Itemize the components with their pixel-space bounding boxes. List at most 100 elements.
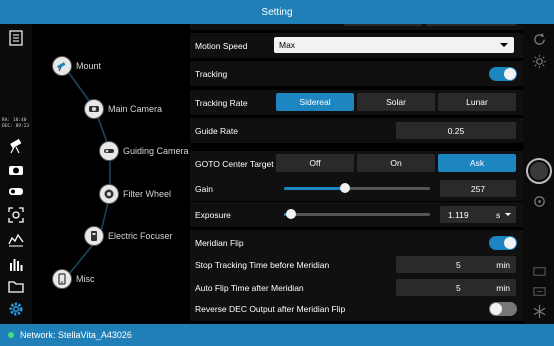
guide-rate-field[interactable]: 0.25: [396, 122, 516, 139]
tracking-rate-solar[interactable]: Solar: [357, 93, 435, 111]
option-label: Lunar: [466, 97, 488, 107]
gain-label: Gain: [195, 183, 213, 194]
nav-item-main-camera[interactable]: Main Camera: [84, 99, 162, 119]
auto-flip-label: Auto Flip Time after Meridian: [195, 282, 304, 293]
guide-rate-label: Guide Rate: [195, 125, 238, 136]
mount-icon: [52, 56, 72, 76]
left-toolbar: RA: 18:40 DEC: 89:23: [0, 24, 32, 324]
gear-icon[interactable]: [6, 300, 26, 318]
camera-icon[interactable]: [6, 161, 26, 179]
exposure-slider[interactable]: [284, 209, 430, 219]
frame-icon[interactable]: [529, 262, 549, 280]
goto-center-on[interactable]: On: [357, 154, 435, 172]
motion-speed-value: Max: [279, 40, 296, 50]
gain-value: 257: [470, 183, 486, 194]
status-bar: Network: StellaVita_A43026: [0, 324, 554, 346]
reverse-dec-row: Reverse DEC Output after Meridian Flip: [190, 296, 523, 321]
guide-rate-value: 0.25: [447, 125, 465, 136]
goto-center-off[interactable]: Off: [276, 154, 354, 172]
chevron-down-icon: [505, 213, 511, 216]
gain-field[interactable]: 257: [440, 180, 516, 197]
brightness-icon[interactable]: [529, 52, 549, 70]
nav-item-mount[interactable]: Mount: [52, 56, 101, 76]
auto-flip-value: 5: [456, 282, 461, 293]
toggle-knob: [504, 68, 516, 80]
histogram-icon[interactable]: [6, 230, 26, 248]
option-label: Sidereal: [299, 97, 331, 107]
nav-item-filter-wheel[interactable]: Filter Wheel: [99, 184, 171, 204]
partial-option-1[interactable]: [344, 24, 422, 26]
option-label: On: [390, 158, 402, 168]
title-bar: Setting: [0, 0, 554, 24]
guide-rate-row: Guide Rate 0.25: [190, 118, 523, 143]
bars-chart-icon[interactable]: [6, 255, 26, 273]
auto-flip-field[interactable]: 5 min: [396, 279, 516, 296]
goto-center-ask[interactable]: Ask: [438, 154, 516, 172]
guiding-camera-icon: [99, 141, 119, 161]
focus-icon[interactable]: [6, 206, 26, 224]
nav-item-guiding-camera[interactable]: Guiding Camera: [99, 141, 189, 161]
exposure-field[interactable]: 1.119 s: [440, 206, 516, 223]
motion-speed-row: Motion Speed Max: [190, 33, 523, 58]
settings-nav: Mount Main Camera Guiding Camera Filter …: [32, 24, 190, 324]
nav-item-label: Mount: [76, 61, 102, 71]
ra-label: RA:: [2, 118, 11, 123]
slider-thumb[interactable]: [340, 183, 351, 193]
nav-item-label: Electric Focuser: [108, 231, 173, 241]
cooler-icon[interactable]: [529, 302, 549, 320]
focuser-icon: [84, 226, 104, 246]
camera-settings-icon[interactable]: [529, 192, 549, 210]
ra-dec-readout: RA: 18:40 DEC: 89:23: [2, 118, 29, 130]
nav-item-label: Main Camera: [108, 104, 163, 114]
window-title: Setting: [261, 6, 293, 18]
ra-value: 18:40: [12, 118, 27, 123]
shutter-button[interactable]: [526, 158, 552, 184]
tracking-rate-label: Tracking Rate: [195, 97, 248, 108]
tracking-row: Tracking: [190, 61, 523, 86]
tracking-rate-sidereal[interactable]: Sidereal: [276, 93, 354, 111]
gain-slider[interactable]: [284, 183, 430, 193]
goto-center-row: GOTO Center Target Off On Ask: [190, 151, 523, 176]
reverse-dec-toggle[interactable]: [489, 302, 517, 316]
nav-item-label: Guiding Camera: [123, 146, 189, 156]
option-label: Off: [309, 158, 321, 168]
nav-item-misc[interactable]: Misc: [52, 269, 95, 289]
folder-icon[interactable]: [6, 277, 26, 295]
settings-row-partial: [190, 24, 523, 30]
meridian-flip-toggle[interactable]: [489, 236, 517, 250]
slider-fill: [284, 187, 346, 190]
motion-speed-label: Motion Speed: [195, 40, 248, 51]
auto-flip-unit: min: [496, 282, 510, 293]
guide-camera-icon[interactable]: [6, 182, 26, 200]
motion-speed-select[interactable]: Max: [274, 37, 514, 53]
stop-tracking-value: 5: [456, 259, 461, 270]
nav-item-label: Misc: [76, 274, 95, 284]
stop-tracking-field[interactable]: 5 min: [396, 256, 516, 273]
exposure-row: Exposure 1.119 s: [190, 202, 523, 227]
misc-icon: [52, 269, 72, 289]
stop-tracking-row: Stop Tracking Time before Meridian 5 min: [190, 252, 523, 277]
partial-option-2[interactable]: [426, 24, 516, 26]
dec-value: 89:23: [15, 124, 30, 129]
tracking-toggle[interactable]: [489, 67, 517, 81]
tracking-label: Tracking: [195, 68, 228, 79]
frame-icon[interactable]: [529, 282, 549, 300]
goto-center-label: GOTO Center Target: [195, 158, 274, 169]
slider-thumb[interactable]: [286, 209, 297, 219]
network-status-text: Network: StellaVita_A43026: [20, 330, 132, 340]
option-label: Solar: [386, 97, 406, 107]
toggle-knob: [490, 303, 502, 315]
chevron-down-icon: [500, 43, 508, 47]
exposure-unit[interactable]: s: [496, 210, 500, 220]
refresh-icon[interactable]: [529, 30, 549, 48]
nav-item-electric-focuser[interactable]: Electric Focuser: [84, 226, 173, 246]
tracking-rate-row: Tracking Rate Sidereal Solar Lunar: [190, 90, 523, 115]
main-camera-icon: [84, 99, 104, 119]
tracking-rate-lunar[interactable]: Lunar: [438, 93, 516, 111]
filter-wheel-icon: [99, 184, 119, 204]
telescope-icon[interactable]: [6, 137, 26, 155]
checklist-icon[interactable]: [6, 29, 26, 47]
network-status-indicator: [8, 332, 14, 338]
exposure-label: Exposure: [195, 209, 231, 220]
exposure-value: 1.119: [448, 209, 469, 220]
